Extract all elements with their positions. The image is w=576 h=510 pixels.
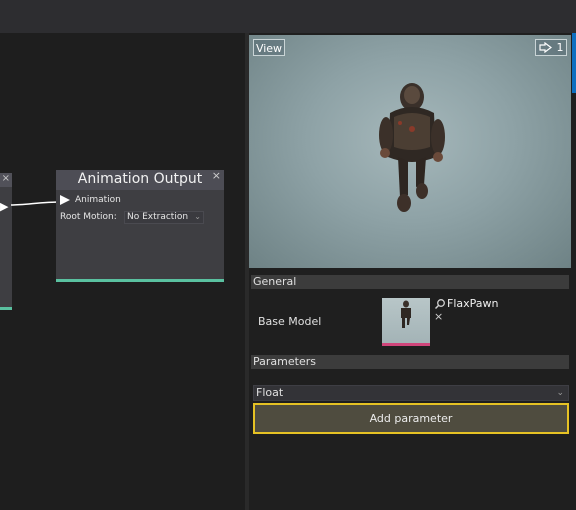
parameter-type-value: Float	[256, 386, 284, 399]
editor-toolbar	[0, 0, 576, 33]
root-motion-dropdown[interactable]: No Extraction ⌄	[124, 211, 204, 224]
view-menu-button[interactable]: View	[253, 39, 285, 56]
node-footer-bar	[56, 279, 224, 282]
node-header[interactable]: Animation Output ×	[56, 170, 224, 190]
close-icon[interactable]: ×	[434, 311, 443, 322]
animation-output-node[interactable]: Animation Output × Animation Root Motion…	[56, 170, 224, 282]
scrollbar-accent[interactable]	[572, 33, 576, 93]
pin-label: Animation	[75, 195, 121, 205]
upstream-node[interactable]: × ▶	[0, 173, 12, 310]
preview-viewport[interactable]: View 1	[249, 35, 571, 268]
connection-wire	[10, 201, 62, 206]
root-motion-value: No Extraction	[127, 212, 189, 222]
parameters-section-header[interactable]: Parameters	[251, 355, 569, 369]
base-model-value: FlaxPawn	[447, 297, 499, 310]
upstream-node-header: ×	[0, 173, 12, 187]
close-icon[interactable]: ×	[212, 170, 221, 182]
input-pin-icon[interactable]	[60, 195, 70, 205]
output-pin-icon[interactable]: ▶	[0, 201, 8, 212]
node-footer-bar	[0, 307, 12, 310]
character-model	[379, 83, 445, 212]
search-icon[interactable]	[434, 298, 446, 310]
close-icon[interactable]: ×	[2, 173, 10, 185]
asset-type-bar	[382, 343, 430, 346]
model-preview-icon	[401, 300, 411, 328]
node-title: Animation Output	[77, 171, 203, 187]
parameter-type-dropdown[interactable]: Float ⌄	[253, 385, 569, 401]
general-section-header[interactable]: General	[251, 275, 569, 289]
base-model-label: Base Model	[258, 315, 322, 328]
play-speed-icon	[538, 42, 552, 53]
animation-input-pin[interactable]: Animation	[60, 195, 121, 205]
root-motion-label: Root Motion:	[60, 212, 117, 222]
playback-speed-button[interactable]: 1	[535, 39, 567, 56]
chevron-down-icon: ⌄	[194, 212, 201, 221]
chevron-down-icon: ⌄	[556, 388, 564, 398]
playback-speed-value: 1	[556, 41, 564, 54]
add-parameter-button[interactable]: Add parameter	[253, 403, 569, 434]
base-model-thumbnail[interactable]	[382, 298, 430, 346]
